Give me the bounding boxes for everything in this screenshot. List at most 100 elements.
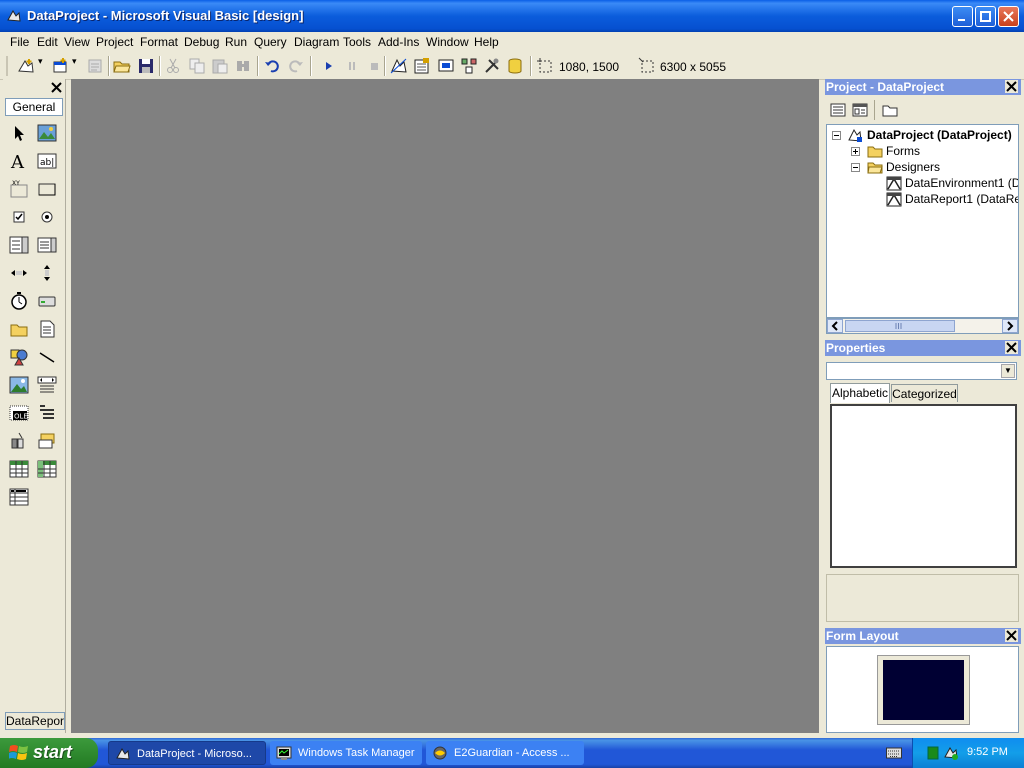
scroll-left-icon[interactable] (827, 319, 843, 333)
close-button[interactable] (998, 6, 1019, 27)
vb-tray-icon[interactable] (943, 745, 959, 761)
project-explorer-close-button[interactable] (1005, 80, 1018, 93)
image-tool-icon[interactable] (9, 375, 29, 395)
tree-folder-designers[interactable]: Designers (886, 159, 940, 175)
project-explorer-icon[interactable] (390, 57, 408, 75)
datarepeater-tool-icon[interactable] (9, 487, 29, 507)
minimize-button[interactable] (952, 6, 973, 27)
label-tool-icon[interactable]: A (9, 151, 29, 171)
datagrid-tool-icon[interactable] (9, 431, 29, 451)
paste-icon[interactable] (211, 57, 229, 75)
scroll-thumb[interactable] (845, 320, 955, 332)
data-view-icon[interactable] (506, 57, 524, 75)
toolbox-close-button[interactable] (50, 81, 63, 94)
dirlistbox-tool-icon[interactable] (9, 319, 29, 339)
menu-query[interactable]: Query (254, 35, 287, 49)
add-project-icon[interactable] (17, 57, 35, 75)
menu-help[interactable]: Help (474, 35, 499, 49)
add-project-dropdown-icon[interactable]: ▾ (38, 56, 43, 67)
frame-tool-icon[interactable]: XY (9, 179, 29, 199)
clock[interactable]: 9:52 PM (967, 746, 1008, 758)
keyboard-icon[interactable] (886, 747, 902, 759)
tree-item-dataenvironment1[interactable]: DataEnvironment1 (Dat (905, 175, 1018, 191)
datalist-tool-icon[interactable] (37, 431, 57, 451)
pointer-tool-icon[interactable] (9, 123, 29, 143)
picturebox-tool-icon[interactable] (37, 123, 57, 143)
cut-icon[interactable] (164, 57, 182, 75)
hflexgrid-tool-icon[interactable] (9, 459, 29, 479)
scroll-right-icon[interactable] (1002, 319, 1018, 333)
form-layout-icon[interactable] (437, 57, 455, 75)
shape-tool-icon[interactable] (9, 347, 29, 367)
menu-format[interactable]: Format (140, 35, 178, 49)
toolbox-icon[interactable] (483, 57, 501, 75)
task-dataproject[interactable]: DataProject - Microso... (108, 741, 266, 765)
chevron-down-icon[interactable]: ▼ (1001, 364, 1015, 378)
vscrollbar-tool-icon[interactable] (37, 263, 57, 283)
menu-view[interactable]: View (64, 35, 90, 49)
hscrollbar-tool-icon[interactable] (9, 263, 29, 283)
collapse-icon[interactable] (832, 131, 841, 140)
open-folder-icon[interactable] (113, 57, 131, 75)
properties-header[interactable]: Properties (825, 340, 1021, 356)
menu-project[interactable]: Project (96, 35, 133, 49)
form-layout-header[interactable]: Form Layout (825, 628, 1021, 644)
combobox-tool-icon[interactable] (9, 235, 29, 255)
msflexgrid-tool-icon[interactable] (37, 459, 57, 479)
listbox-tool-icon[interactable] (37, 235, 57, 255)
end-run-icon[interactable] (365, 57, 383, 75)
menu-run[interactable]: Run (225, 35, 247, 49)
timer-tool-icon[interactable] (9, 291, 29, 311)
properties-object-combo[interactable]: ▼ (826, 362, 1017, 380)
tab-alphabetic[interactable]: Alphabetic (830, 383, 890, 403)
filelistbox-tool-icon[interactable] (37, 319, 57, 339)
toolbox-tab-datareport[interactable]: DataReport (5, 712, 65, 730)
menu-tools[interactable]: Tools (343, 35, 371, 49)
break-icon[interactable] (343, 57, 361, 75)
monitor-preview[interactable] (877, 655, 970, 725)
mdi-workspace[interactable] (71, 79, 819, 733)
network-status-icon[interactable] (927, 746, 939, 760)
title-bar[interactable]: DataProject - Microsoft Visual Basic [de… (0, 0, 1024, 32)
menu-editor-icon[interactable] (86, 57, 104, 75)
commandbutton-tool-icon[interactable] (37, 179, 57, 199)
undo-icon[interactable] (263, 57, 281, 75)
toggle-folders-icon[interactable] (882, 102, 898, 118)
properties-grid[interactable] (830, 404, 1017, 568)
maximize-button[interactable] (975, 6, 996, 27)
project-explorer-header[interactable]: Project - DataProject (825, 79, 1021, 95)
line-tool-icon[interactable] (37, 347, 57, 367)
vb-app-icon[interactable] (6, 8, 22, 24)
object-browser-icon[interactable] (460, 57, 478, 75)
task-windows-task-manager[interactable]: Windows Task Manager (270, 741, 422, 765)
copy-icon[interactable] (188, 57, 206, 75)
textbox-tool-icon[interactable]: ab| (37, 151, 57, 171)
tree-item-datareport1[interactable]: DataReport1 (DataRepo (905, 191, 1018, 207)
menu-add-ins[interactable]: Add-Ins (378, 35, 419, 49)
datacombo-tool-icon[interactable] (37, 403, 57, 423)
add-form-dropdown-icon[interactable]: ▾ (72, 56, 77, 67)
view-code-icon[interactable] (830, 102, 846, 118)
save-icon[interactable] (137, 57, 155, 75)
tree-folder-forms[interactable]: Forms (886, 143, 920, 159)
add-form-icon[interactable] (51, 57, 69, 75)
properties-window-icon[interactable] (413, 57, 431, 75)
view-object-icon[interactable] (852, 102, 868, 118)
collapse-icon[interactable] (851, 163, 860, 172)
start-run-icon[interactable] (320, 57, 338, 75)
tab-categorized[interactable]: Categorized (891, 384, 958, 402)
menu-file[interactable]: File (10, 35, 29, 49)
menu-diagram[interactable]: Diagram (294, 35, 339, 49)
ole-tool-icon[interactable]: OLE (9, 403, 29, 423)
properties-close-button[interactable] (1005, 341, 1018, 354)
redo-icon[interactable] (287, 57, 305, 75)
checkbox-tool-icon[interactable] (9, 207, 29, 227)
form-layout-close-button[interactable] (1005, 629, 1018, 642)
find-icon[interactable] (234, 57, 252, 75)
project-root-node[interactable]: DataProject (DataProject) (867, 127, 1012, 143)
task-e2guardian[interactable]: E2Guardian - Access ... (426, 741, 584, 765)
menu-edit[interactable]: Edit (37, 35, 58, 49)
expand-icon[interactable] (851, 147, 860, 156)
data-tool-icon[interactable] (37, 375, 57, 395)
drivelistbox-tool-icon[interactable] (37, 291, 57, 311)
